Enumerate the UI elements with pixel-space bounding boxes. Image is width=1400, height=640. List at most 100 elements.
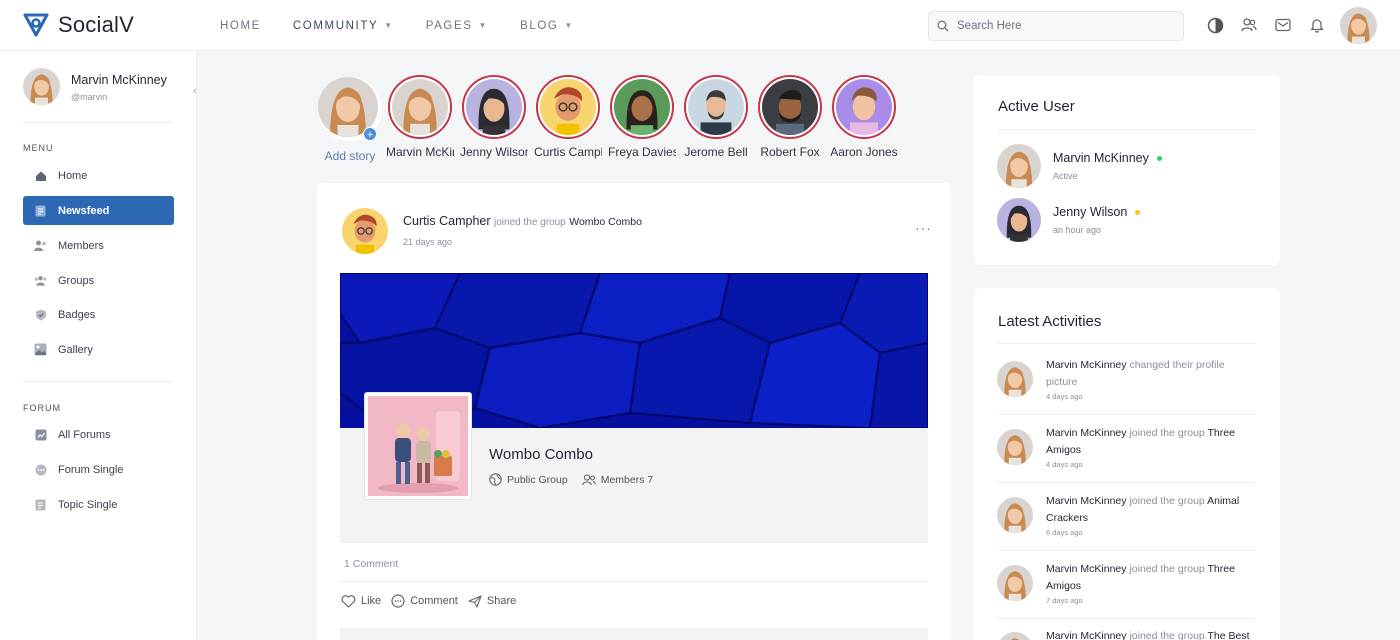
avatar [997,429,1033,465]
sidebar-item-newsfeed[interactable]: Newsfeed [23,196,174,225]
divider [997,550,1255,551]
activity-group[interactable]: The Best [1208,630,1250,640]
activity-action: joined the group [1129,630,1205,640]
like-button[interactable]: Like [341,594,381,608]
sidebar-item-members[interactable]: Members [23,231,174,260]
sidebar-profile[interactable]: Marvin McKinney @marvin [23,68,167,105]
divider [997,414,1255,415]
search-input[interactable] [957,20,1157,32]
group-members: Members 7 [600,473,654,486]
sidebar-item-all-forums[interactable]: All Forums [23,420,174,449]
story-label: Aaron Jones [830,145,898,159]
divider [998,129,1256,130]
nav-home[interactable]: HOME [220,20,261,32]
story-label: Curtis Campher [534,145,602,159]
story-avatar [684,75,748,139]
story-add[interactable]: + Add story [316,77,384,163]
latest-activities-card: Latest Activities Marvin McKinney change… [974,288,1280,640]
chevron-down-icon: ▼ [564,21,574,30]
activity-user[interactable]: Marvin McKinney [1046,495,1127,507]
sidebar-item-topic-single[interactable]: Topic Single [23,490,174,519]
menu-section-label: MENU [23,143,54,153]
post-author-link[interactable]: Curtis Campher [403,214,491,228]
divider [997,618,1255,619]
sidebar-item-home[interactable]: Home [23,161,174,190]
sidebar-item-badges[interactable]: Badges [23,300,174,329]
search-box [928,11,1184,41]
avatar [997,361,1033,397]
story-item[interactable]: Marvin McKinney [386,75,454,159]
story-item[interactable]: Jenny Wilson [460,75,528,159]
active-user-status: an hour ago [1053,225,1102,235]
active-user-item[interactable]: Jenny Wilson an hour ago [997,198,1141,242]
forum-single-icon [34,463,47,476]
avatar[interactable] [342,208,388,254]
user-name-text: Jenny Wilson [1053,205,1128,219]
activity-action: joined the group [1129,427,1205,439]
active-user-name: Marvin McKinney [1053,151,1162,165]
post-actions: Like Comment Share [341,594,526,608]
friends-icon[interactable] [1239,15,1259,35]
divider [23,381,173,382]
story-label: Add story [324,149,376,163]
sidebar-item-gallery[interactable]: Gallery [23,335,174,364]
comment-button[interactable]: Comment [391,594,458,608]
story-label: Jenny Wilson [460,145,528,159]
globe-icon [489,473,502,486]
group-meta: Public Group Members 7 [489,473,653,486]
contrast-icon[interactable] [1205,15,1225,35]
logo[interactable]: SocialV [22,12,134,38]
activity-user[interactable]: Marvin McKinney [1046,563,1127,575]
like-label: Like [361,595,382,607]
activity-item[interactable]: Marvin McKinney joined the group Three A… [997,563,1255,615]
group-type: Public Group [507,473,568,486]
divider [340,581,928,582]
sidebar-item-label: Gallery [58,343,93,356]
post-group-link[interactable]: Wombo Combo [569,216,642,228]
activity-item[interactable]: Marvin McKinney joined the group Animal … [997,495,1255,547]
comment-preview [340,628,928,640]
mail-icon[interactable] [1273,15,1293,35]
story-avatar [832,75,896,139]
group-thumbnail[interactable] [364,392,472,500]
post-timestamp: 21 days ago [403,237,453,247]
share-button[interactable]: Share [468,594,516,608]
activity-user[interactable]: Marvin McKinney [1046,630,1127,640]
story-item[interactable]: Robert Fox [756,75,824,159]
nav-home-label: HOME [220,19,261,32]
group-name[interactable]: Wombo Combo [489,446,593,463]
story-item[interactable]: Curtis Campher [534,75,602,159]
sidebar-item-groups[interactable]: Groups [23,266,174,295]
sidebar-item-forum-single[interactable]: Forum Single [23,455,174,484]
forums-icon [34,428,47,441]
activity-item[interactable]: Marvin McKinney changed their profile pi… [997,359,1255,411]
main-nav: HOME COMMUNITY ▼ PAGES ▼ BLOG ▼ [220,0,606,51]
collapse-sidebar-icon[interactable]: ‹ [193,85,197,97]
active-user-item[interactable]: Marvin McKinney Active [997,144,1162,188]
nav-community-label: COMMUNITY [292,19,379,32]
more-options-icon[interactable]: ··· [915,220,932,236]
activity-user[interactable]: Marvin McKinney [1046,427,1127,439]
online-status-dot [1156,155,1162,161]
plus-icon: + [363,127,377,141]
nav-pages[interactable]: PAGES ▼ [426,20,488,32]
avatar [997,497,1033,533]
comment-count[interactable]: 1 Comment [344,558,398,570]
story-item[interactable]: Aaron Jones [830,75,898,159]
avatar [23,68,60,105]
nav-community[interactable]: COMMUNITY ▼ [293,20,394,32]
bell-icon[interactable] [1307,15,1327,35]
activity-item[interactable]: Marvin McKinney joined the group Three A… [997,427,1255,479]
newsfeed-icon [34,204,47,217]
nav-blog[interactable]: BLOG ▼ [520,20,574,32]
share-label: Share [486,595,517,607]
activity-user[interactable]: Marvin McKinney [1046,359,1127,371]
badge-icon [34,308,47,321]
search-icon [937,20,949,32]
user-avatar[interactable] [1340,7,1377,44]
activity-item[interactable]: Marvin McKinney joined the group The Bes… [997,630,1255,640]
topic-icon [34,498,47,511]
story-item[interactable]: Jerome Bell [682,75,750,159]
members-icon [34,239,47,252]
story-item[interactable]: Freya Davies [608,75,676,159]
